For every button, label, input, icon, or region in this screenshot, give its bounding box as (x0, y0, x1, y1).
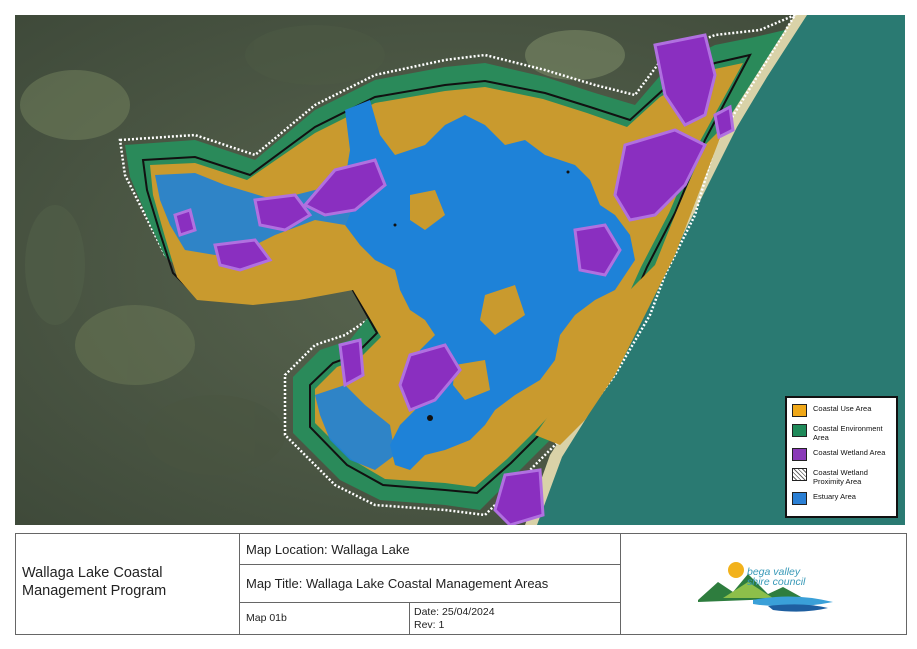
program-name: Wallaga Lake Coastal Management Program (16, 534, 240, 634)
map-number: Map 01b (240, 603, 410, 634)
legend-swatch (792, 404, 807, 417)
map-canvas (15, 15, 905, 525)
map-marker (566, 170, 570, 174)
legend-item-coastal-environment: Coastal Environment Area (792, 424, 892, 442)
logo-line-2: shire council (747, 576, 806, 588)
map-view[interactable] (15, 15, 905, 525)
council-logo: bega valley shire council (620, 534, 906, 634)
legend-item-wetland-proximity: Coastal Wetland Proximity Area (792, 468, 892, 486)
legend-label: Estuary Area (813, 492, 856, 501)
map-marker (393, 223, 397, 227)
legend-label: Coastal Wetland Proximity Area (813, 468, 868, 486)
legend-item-coastal-wetland: Coastal Wetland Area (792, 448, 892, 461)
map-title: Map Title: Wallaga Lake Coastal Manageme… (240, 565, 620, 603)
legend-swatch (792, 424, 807, 437)
legend-swatch-hatched (792, 468, 807, 481)
map-marker (427, 415, 433, 421)
legend-swatch (792, 448, 807, 461)
map-revision: Rev: 1 (414, 619, 445, 631)
legend-label: Coastal Use Area (813, 404, 872, 413)
legend-swatch (792, 492, 807, 505)
map-date: Date: 25/04/2024 (414, 606, 495, 618)
logo-wordmark: bega valley shire council (747, 567, 806, 588)
date-rev-cell: Date: 25/04/2024 Rev: 1 (410, 603, 620, 634)
legend-item-estuary: Estuary Area (792, 492, 892, 505)
legend-label: Coastal Environment Area (813, 424, 883, 442)
legend-item-coastal-use: Coastal Use Area (792, 404, 892, 417)
map-location: Map Location: Wallaga Lake (240, 534, 620, 565)
legend-label: Coastal Wetland Area (813, 448, 886, 457)
map-legend: Coastal Use Area Coastal Environment Are… (785, 396, 898, 518)
title-block: Wallaga Lake Coastal Management Program … (15, 533, 907, 635)
